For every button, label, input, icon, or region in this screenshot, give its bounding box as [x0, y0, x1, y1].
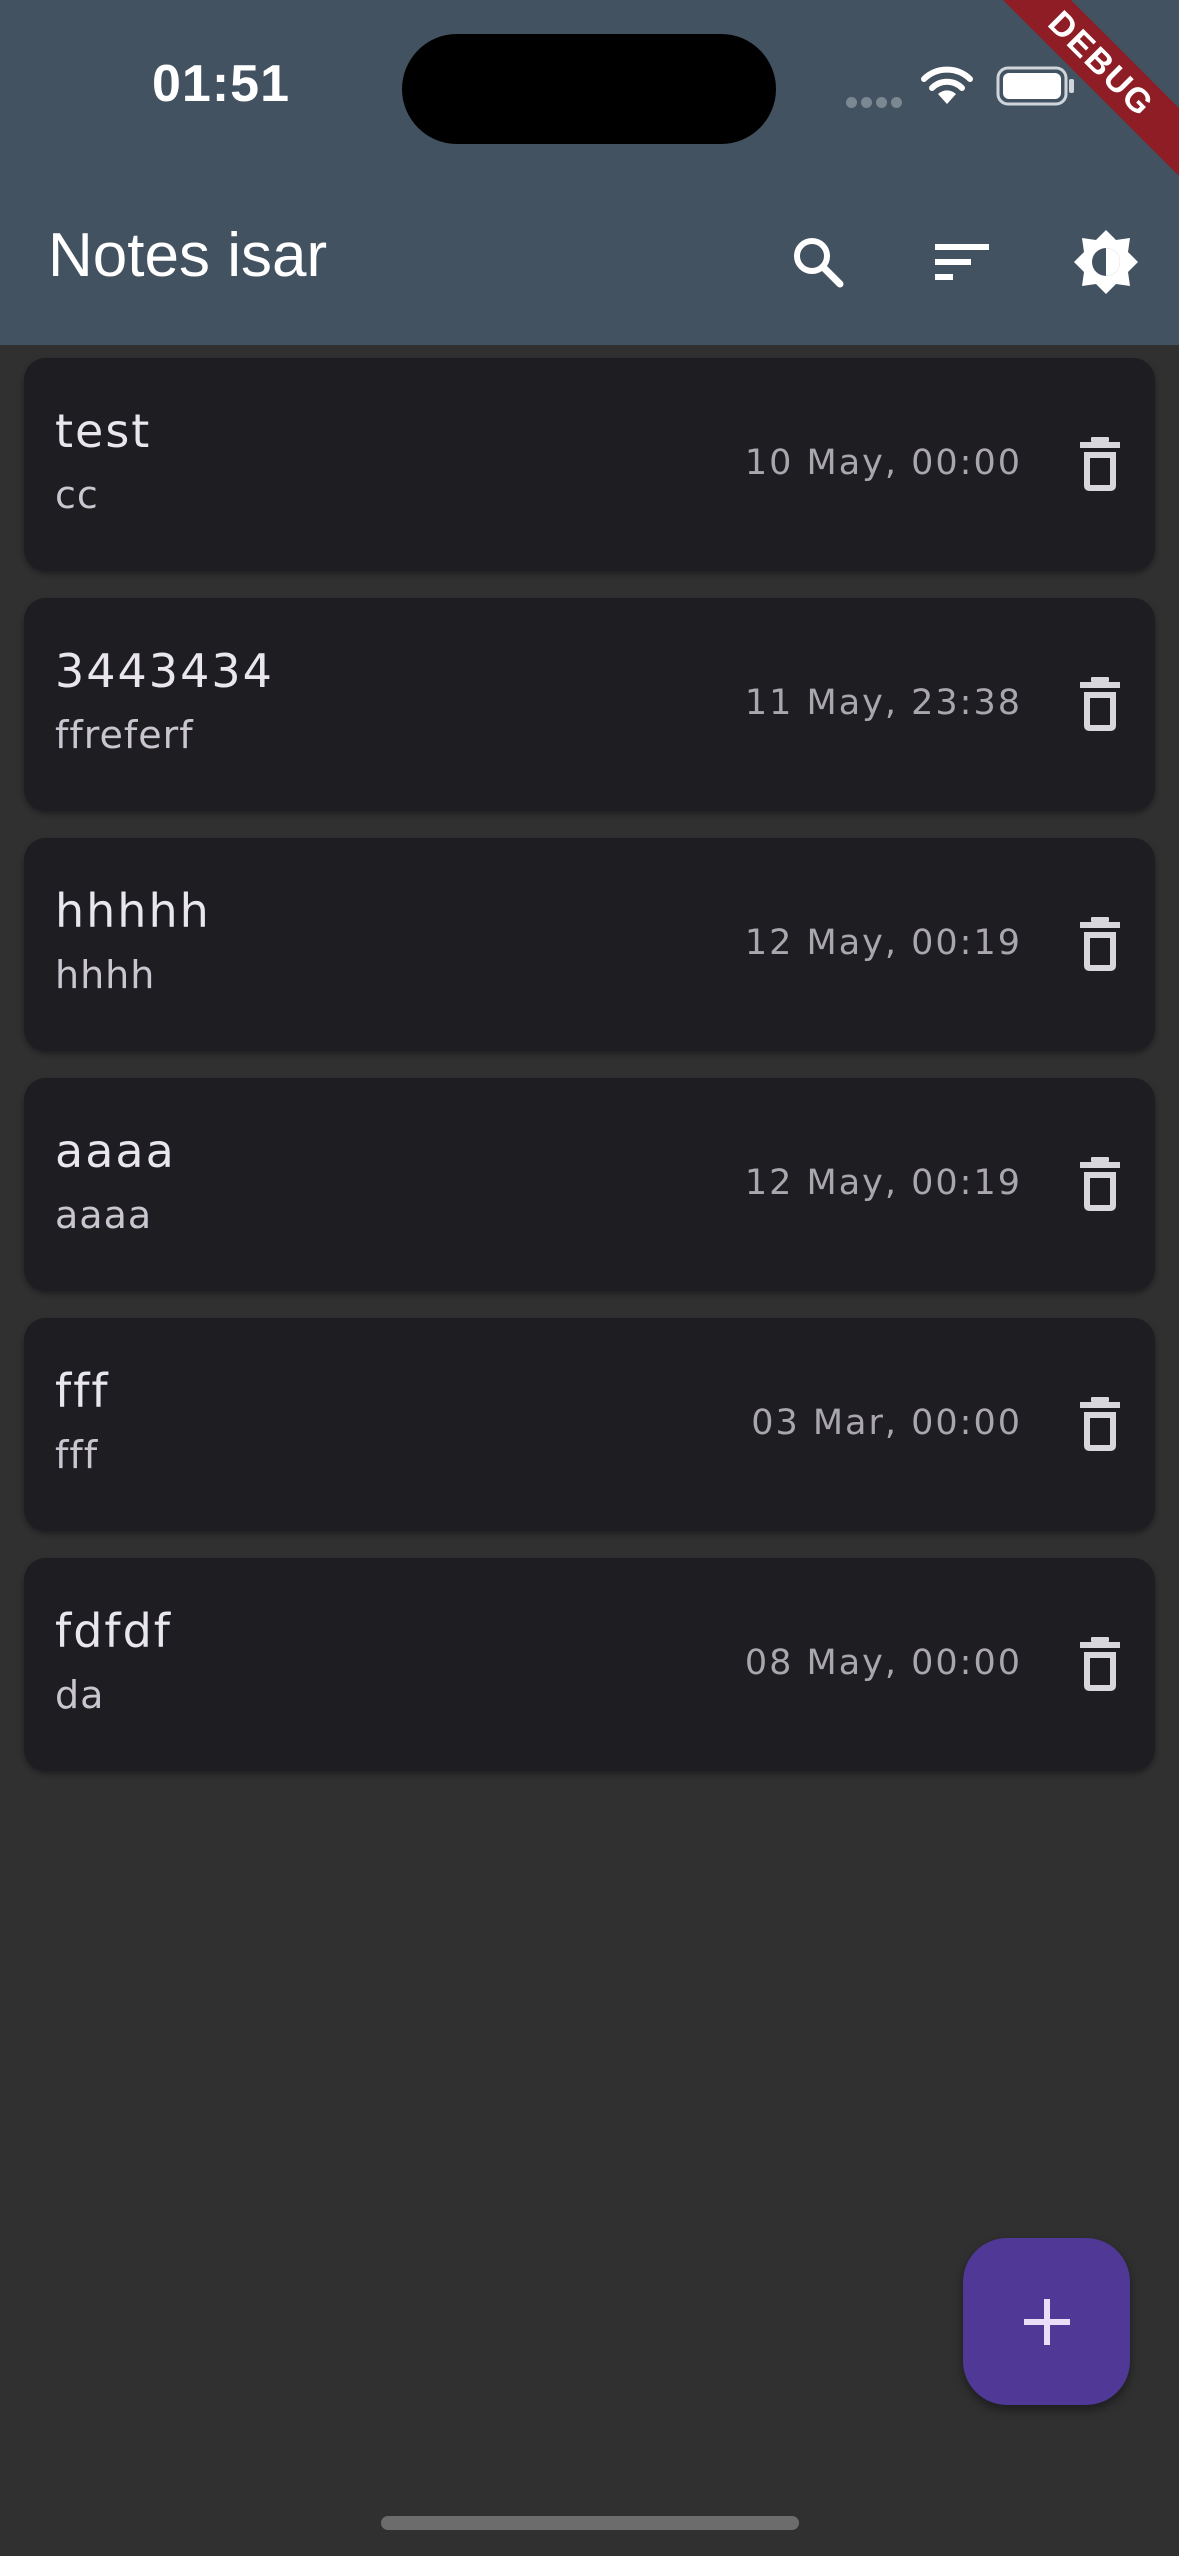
note-subtitle: ffreferf	[55, 713, 194, 757]
sort-icon	[935, 244, 989, 280]
delete-button[interactable]	[1075, 1393, 1125, 1455]
note-card[interactable]: fff fff 03 Mar, 00:00	[24, 1318, 1155, 1531]
delete-button[interactable]	[1075, 1633, 1125, 1695]
trash-icon	[1080, 1397, 1120, 1451]
theme-toggle-button[interactable]	[1056, 212, 1156, 312]
note-date: 12 May, 00:19	[744, 1163, 1022, 1203]
delete-button[interactable]	[1075, 1153, 1125, 1215]
wifi-icon	[920, 64, 974, 112]
trash-icon	[1080, 917, 1120, 971]
delete-button[interactable]	[1075, 673, 1125, 735]
sort-button[interactable]	[912, 212, 1012, 312]
dynamic-island	[402, 34, 776, 144]
note-title: 3443434	[55, 644, 274, 698]
brightness-icon	[1074, 230, 1138, 294]
delete-button[interactable]	[1075, 913, 1125, 975]
delete-button[interactable]	[1075, 433, 1125, 495]
note-card[interactable]: fdfdf da 08 May, 00:00	[24, 1558, 1155, 1771]
note-title: fdfdf	[55, 1604, 172, 1658]
app-title: Notes isar	[48, 221, 328, 290]
add-icon	[1023, 2298, 1070, 2345]
trash-icon	[1080, 677, 1120, 731]
status-bar: 01:51 DEBUG	[0, 0, 1179, 188]
note-subtitle: hhhh	[55, 953, 156, 997]
notes-list: test cc 10 May, 00:00 3443434 ffreferf 1…	[24, 358, 1155, 1798]
cellular-signal-icon	[846, 93, 906, 112]
note-card[interactable]: aaaa aaaa 12 May, 00:19	[24, 1078, 1155, 1291]
note-card[interactable]: 3443434 ffreferf 11 May, 23:38	[24, 598, 1155, 811]
note-title: test	[55, 404, 152, 458]
home-indicator	[381, 2516, 799, 2530]
add-note-button[interactable]	[963, 2238, 1130, 2405]
app-bar: Notes isar	[0, 180, 1179, 345]
note-date: 10 May, 00:00	[744, 443, 1022, 483]
battery-icon	[996, 66, 1076, 110]
note-title: hhhhh	[55, 884, 211, 938]
note-subtitle: da	[55, 1673, 105, 1717]
note-date: 08 May, 00:00	[744, 1643, 1022, 1683]
search-icon	[794, 238, 844, 288]
note-date: 11 May, 23:38	[744, 683, 1022, 723]
search-button[interactable]	[768, 212, 868, 312]
note-subtitle: fff	[55, 1433, 99, 1477]
note-subtitle: aaaa	[55, 1193, 153, 1237]
status-time: 01:51	[152, 55, 290, 113]
trash-icon	[1080, 1637, 1120, 1691]
note-date: 03 Mar, 00:00	[751, 1403, 1022, 1443]
note-subtitle: cc	[55, 473, 99, 517]
trash-icon	[1080, 1157, 1120, 1211]
note-title: aaaa	[55, 1124, 176, 1178]
trash-icon	[1080, 437, 1120, 491]
note-date: 12 May, 00:19	[744, 923, 1022, 963]
note-card[interactable]: hhhhh hhhh 12 May, 00:19	[24, 838, 1155, 1051]
note-title: fff	[55, 1364, 110, 1418]
note-card[interactable]: test cc 10 May, 00:00	[24, 358, 1155, 571]
